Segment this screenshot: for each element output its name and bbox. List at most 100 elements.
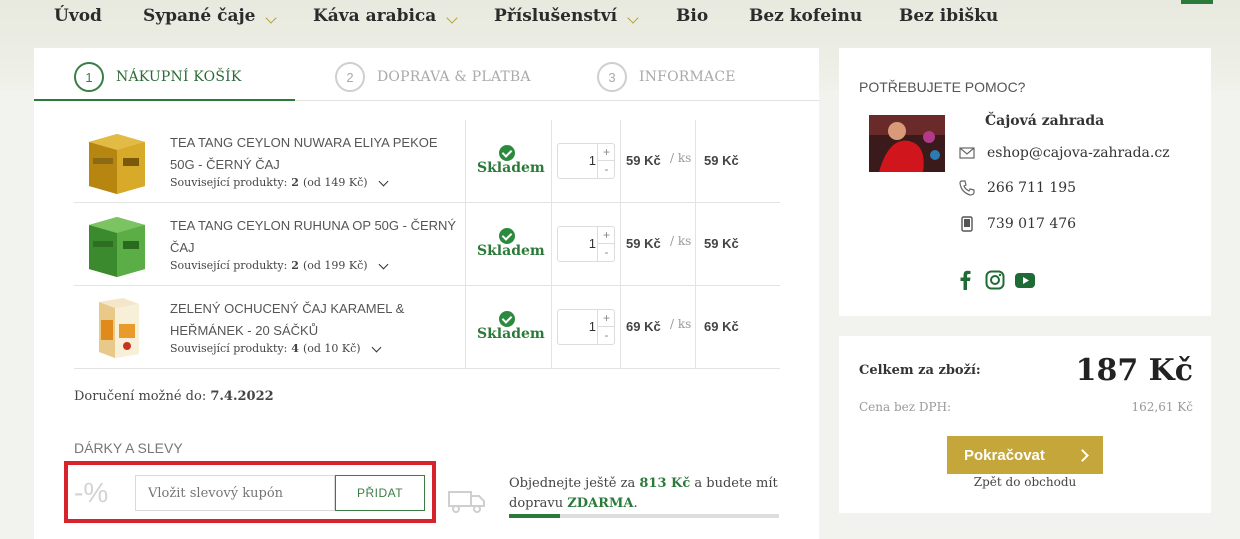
related-label: Související produkty:: [170, 259, 288, 272]
quantity-increase-button[interactable]: +: [597, 227, 615, 244]
related-from: (od 199 Kč): [302, 259, 368, 272]
percent-icon: -%: [74, 477, 109, 508]
column-divider: [465, 203, 466, 286]
order-summary: Celkem za zboží: 187 Kč Cena bez DPH: 16…: [839, 336, 1211, 513]
nav-item-bez-kofeinu[interactable]: Bez kofeinu: [749, 6, 862, 26]
nav-item-label: Příslušenství: [494, 6, 618, 26]
chevron-right-icon: [1076, 448, 1089, 462]
nav-item-sypane-caje[interactable]: Sypané čaje: [143, 6, 278, 26]
shipping-remaining-amount: 813 Kč: [639, 476, 691, 491]
support-mobile[interactable]: 739 017 476: [959, 216, 1076, 232]
quantity-increase-button[interactable]: +: [597, 144, 615, 161]
back-to-shop-link[interactable]: Zpět do obchodu: [839, 475, 1211, 489]
nav-item-label: Bez ibišku: [899, 6, 999, 26]
step-number: 3: [597, 62, 627, 92]
step-number: 1: [74, 62, 104, 92]
shipping-text: .: [633, 496, 638, 511]
related-count: 2: [291, 259, 299, 272]
product-name[interactable]: TEA TANG CEYLON RUHUNA OP 50G - ČERNÝ ČA…: [170, 215, 465, 259]
main-navigation: Úvod Sypané čaje Káva arabica Příslušens…: [0, 0, 1240, 36]
mail-icon: [959, 147, 975, 159]
price-unit: / ks: [670, 317, 692, 331]
add-coupon-button[interactable]: PŘIDAT: [335, 475, 425, 511]
related-products-toggle[interactable]: Související produkty: 2 (od 199 Kč): [170, 259, 389, 272]
delivery-label: Doručení možné do:: [74, 389, 207, 404]
nav-item-label: Káva arabica: [313, 6, 437, 26]
support-name: Čajová zahrada: [985, 113, 1105, 129]
youtube-icon[interactable]: [1015, 273, 1035, 288]
line-total: 59 Kč: [704, 236, 739, 251]
support-email[interactable]: eshop@cajova-zahrada.cz: [959, 145, 1170, 161]
delivery-date: 7.4.2022: [210, 389, 274, 404]
product-image-karamel-hermanek[interactable]: [79, 294, 155, 362]
nav-item-prislusenstvi[interactable]: Příslušenství: [494, 6, 639, 26]
cart-item-row: ZELENÝ OCHUCENÝ ČAJ KARAMEL & HEŘMÁNEK -…: [74, 286, 780, 369]
step-shipping-payment[interactable]: 2 DOPRAVA & PLATBA: [335, 62, 531, 92]
quantity-decrease-button[interactable]: -: [597, 161, 615, 178]
related-products-toggle[interactable]: Související produkty: 2 (od 149 Kč): [170, 176, 389, 189]
chevron-down-icon: [627, 12, 639, 24]
product-name[interactable]: TEA TANG CEYLON NUWARA ELIYA PEKOE 50G -…: [170, 132, 465, 176]
cart-indicator-bar: [1181, 0, 1213, 4]
shipping-free-label: ZDARMA: [567, 496, 634, 511]
line-total: 69 Kč: [704, 319, 739, 334]
continue-button[interactable]: Pokračovat: [947, 436, 1103, 474]
total-amount: 187 Kč: [1075, 353, 1193, 388]
step-label: INFORMACE: [639, 69, 736, 85]
chevron-down-icon: [265, 12, 278, 24]
phone-icon: [959, 180, 975, 196]
net-price-value: 162,61 Kč: [1131, 400, 1194, 414]
related-products-toggle[interactable]: Související produkty: 4 (od 10 Kč): [170, 342, 382, 355]
instagram-icon[interactable]: [985, 270, 1005, 290]
support-phone[interactable]: 266 711 195: [959, 180, 1076, 196]
step-information[interactable]: 3 INFORMACE: [597, 62, 736, 92]
active-step-underline: [34, 99, 295, 101]
step-cart[interactable]: 1 NÁKUPNÍ KOŠÍK: [74, 62, 242, 92]
stock-status: Skladem: [477, 160, 545, 176]
related-count: 4: [291, 342, 299, 355]
nav-item-bio[interactable]: Bio: [676, 6, 708, 26]
nav-item-label: Sypané čaje: [143, 6, 256, 26]
price-unit: / ks: [670, 151, 692, 165]
nav-item-bez-ibisku[interactable]: Bez ibišku: [899, 6, 998, 26]
in-stock-check-icon: [499, 145, 515, 161]
product-image-nuwara-eliya[interactable]: [79, 128, 155, 196]
column-divider: [465, 286, 466, 369]
coupon-input[interactable]: [135, 475, 335, 511]
quantity-stepper: 1 + -: [557, 143, 615, 179]
column-divider: [551, 203, 552, 286]
column-divider: [695, 120, 696, 203]
free-shipping-note: Objednejte ještě za 813 Kč a budete mít …: [509, 474, 779, 514]
column-divider: [695, 286, 696, 369]
quantity-input[interactable]: 1: [558, 236, 596, 251]
stock-status: Skladem: [477, 243, 545, 259]
product-image-ruhuna[interactable]: [79, 211, 155, 279]
support-avatar: [869, 115, 945, 172]
unit-price: 69 Kč: [626, 319, 661, 334]
quantity-input[interactable]: 1: [558, 153, 596, 168]
related-from: (od 10 Kč): [302, 342, 361, 355]
chevron-down-icon: [378, 176, 389, 186]
nav-item-label: Úvod: [54, 6, 102, 26]
coupon-section-highlight: -% PŘIDAT: [64, 461, 436, 523]
quantity-stepper: 1 + -: [557, 309, 615, 345]
unit-price: 59 Kč: [626, 236, 661, 251]
product-name[interactable]: ZELENÝ OCHUCENÝ ČAJ KARAMEL & HEŘMÁNEK -…: [170, 298, 465, 342]
nav-item-uvod[interactable]: Úvod: [54, 6, 102, 26]
price-unit: / ks: [670, 234, 692, 248]
column-divider: [551, 120, 552, 203]
step-label: DOPRAVA & PLATBA: [377, 69, 531, 85]
help-title: POTŘEBUJETE POMOC?: [859, 79, 1026, 95]
quantity-decrease-button[interactable]: -: [597, 327, 615, 344]
quantity-increase-button[interactable]: +: [597, 310, 615, 327]
column-divider: [465, 120, 466, 203]
help-panel: POTŘEBUJETE POMOC? Čajová zahrada eshop@…: [839, 48, 1211, 316]
facebook-icon[interactable]: [959, 270, 971, 290]
quantity-input[interactable]: 1: [558, 319, 596, 334]
quantity-decrease-button[interactable]: -: [597, 244, 615, 261]
gifts-discounts-heading: DÁRKY A SLEVY: [74, 440, 183, 456]
related-count: 2: [291, 176, 299, 189]
nav-item-kava-arabica[interactable]: Káva arabica: [313, 6, 458, 26]
support-phone-text: 266 711 195: [987, 180, 1077, 196]
unit-price: 59 Kč: [626, 153, 661, 168]
